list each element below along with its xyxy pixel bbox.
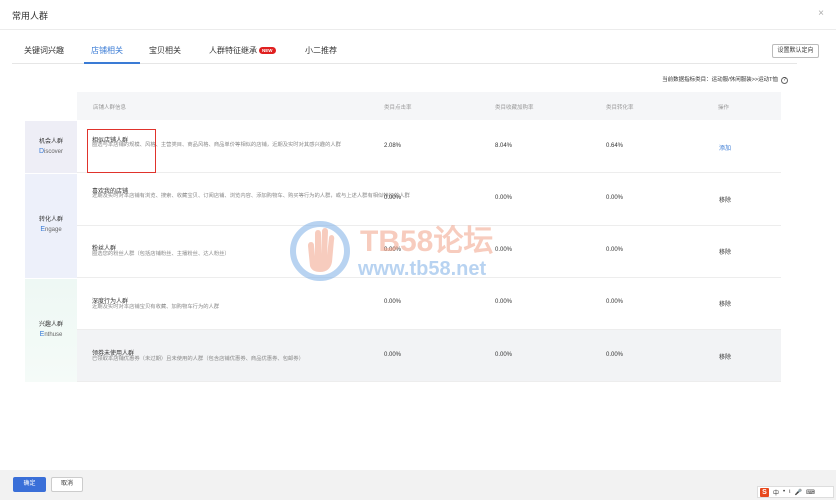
fav-cart-value: 0.00% (495, 247, 513, 253)
cvr-value: 0.00% (606, 352, 624, 358)
tab-staff-recommend[interactable]: 小二推荐 (305, 45, 337, 56)
confirm-button[interactable]: 确定 (13, 477, 46, 492)
cancel-button[interactable]: 取消 (51, 477, 83, 492)
segment-english-rest: nthuse (44, 332, 63, 338)
ime-chinese-mode[interactable]: 中 (773, 488, 779, 497)
fav-cart-value: 0.00% (495, 195, 513, 201)
new-badge: NEW (259, 47, 276, 54)
category-note: 当前数据指标类目：运动服/休闲服装>>运动T恤? (662, 75, 788, 84)
highlight-annotation (87, 129, 156, 173)
segment-label: 兴趣人群 (38, 322, 63, 328)
header-cvr: 类目转化率 (606, 105, 634, 111)
keyboard-icon[interactable]: ⌨ (806, 489, 815, 496)
segment-enthuse: 兴趣人群 Enthuse (25, 279, 77, 382)
tab-label: 人群特征继承 (209, 46, 257, 55)
table-row: 深度行为人群 近期及实时对本店铺宝贝有收藏、加购物车行为的人群 0.00% 0.… (77, 279, 781, 330)
header-action: 操作 (718, 105, 730, 111)
modal-footer: 确定 取消 (0, 470, 836, 500)
segment-english: Enthuse (25, 331, 77, 338)
segment-english-rest: iscover (44, 149, 64, 155)
crowd-desc: 已领取本店铺优惠券（未过期）且未使用的人群（包含店铺优惠券、商品优惠券、包邮券） (92, 356, 304, 362)
fav-cart-value: 0.00% (495, 352, 513, 358)
add-button[interactable]: 添加 (719, 143, 731, 152)
active-tab-indicator (84, 62, 140, 64)
header-crowd-info: 店铺人群信息 (93, 105, 127, 111)
table-row: 喜欢我的店铺 近期及实时对本店铺有浏览、搜索、收藏宝贝、订阅店铺、浏览内容、添加… (77, 174, 781, 226)
close-icon[interactable]: × (818, 8, 824, 19)
modal-header: 常用人群 × (0, 0, 836, 30)
segment-label: 机会人群 (38, 139, 63, 145)
tab-crowd-feature-inherit[interactable]: 人群特征继承 NEW (209, 45, 276, 56)
table-header: 店铺人群信息 类目点击率 类目收藏加购率 类目转化率 操作 (77, 92, 781, 120)
ime-toolbar: S 中 • ι 🎤 ⌨ (757, 486, 834, 498)
cvr-value: 0.00% (606, 247, 624, 253)
tab-keyword-interest[interactable]: 关键词兴趣 (24, 45, 64, 56)
ctr-value: 0.00% (384, 299, 402, 305)
table-row: 相似店铺人群 圈选与本店铺的规模、风格、主营类目、商品风格、商品单价等相似的店铺… (77, 121, 781, 173)
segment-english: Engage (25, 226, 77, 233)
ctr-value: 2.08% (384, 143, 402, 149)
ime-halfwidth-icon[interactable]: ι (789, 489, 790, 495)
remove-button[interactable]: 移除 (719, 352, 731, 361)
ctr-value: 0.00% (384, 195, 402, 201)
fav-cart-value: 8.04% (495, 143, 513, 149)
ime-punctuation-icon[interactable]: • (783, 489, 785, 495)
remove-button[interactable]: 移除 (719, 195, 731, 204)
tab-store-related[interactable]: 店铺相关 (91, 45, 123, 56)
segment-english: Discover (25, 148, 77, 155)
ctr-value: 0.00% (384, 352, 402, 358)
microphone-icon[interactable]: 🎤 (794, 489, 801, 496)
help-icon[interactable]: ? (781, 77, 788, 84)
segment-label: 转化人群 (38, 217, 63, 223)
cvr-value: 0.64% (606, 143, 624, 149)
header-fav-cart: 类目收藏加购率 (495, 105, 534, 111)
tab-bar: 关键词兴趣 店铺相关 宝贝相关 人群特征继承 NEW 小二推荐 (12, 40, 797, 64)
fav-cart-value: 0.00% (495, 299, 513, 305)
remove-button[interactable]: 移除 (719, 299, 731, 308)
crowd-desc: 近期及实时对本店铺宝贝有收藏、加购物车行为的人群 (92, 304, 220, 310)
crowd-modal: 常用人群 × 关键词兴趣 店铺相关 宝贝相关 人群特征继承 NEW 小二推荐 设置… (0, 0, 836, 470)
ctr-value: 0.00% (384, 247, 402, 253)
segment-engage: 转化人群 Engage (25, 174, 77, 278)
cvr-value: 0.00% (606, 299, 624, 305)
cvr-value: 0.00% (606, 195, 624, 201)
set-default-targeting-button[interactable]: 设置默认定向 (772, 44, 819, 58)
table-row: 领券未使用人群 已领取本店铺优惠券（未过期）且未使用的人群（包含店铺优惠券、商品… (77, 330, 781, 382)
crowd-desc: 圈选您的粉丝人群（包括店铺粉丝、主播粉丝、达人粉丝） (92, 251, 230, 257)
crowd-desc: 近期及实时对本店铺有浏览、搜索、收藏宝贝、订阅店铺、浏览内容、添加购物车、购买等… (92, 193, 410, 199)
tab-item-related[interactable]: 宝贝相关 (149, 45, 181, 56)
header-ctr: 类目点击率 (384, 105, 412, 111)
remove-button[interactable]: 移除 (719, 247, 731, 256)
table-row: 粉丝人群 圈选您的粉丝人群（包括店铺粉丝、主播粉丝、达人粉丝） 0.00% 0.… (77, 226, 781, 278)
sogou-logo-icon[interactable]: S (760, 487, 769, 497)
modal-title: 常用人群 (12, 11, 49, 21)
category-note-text: 当前数据指标类目：运动服/休闲服装>>运动T恤 (662, 77, 778, 83)
segment-discover: 机会人群 Discover (25, 121, 77, 173)
segment-english-rest: ngage (44, 227, 62, 233)
